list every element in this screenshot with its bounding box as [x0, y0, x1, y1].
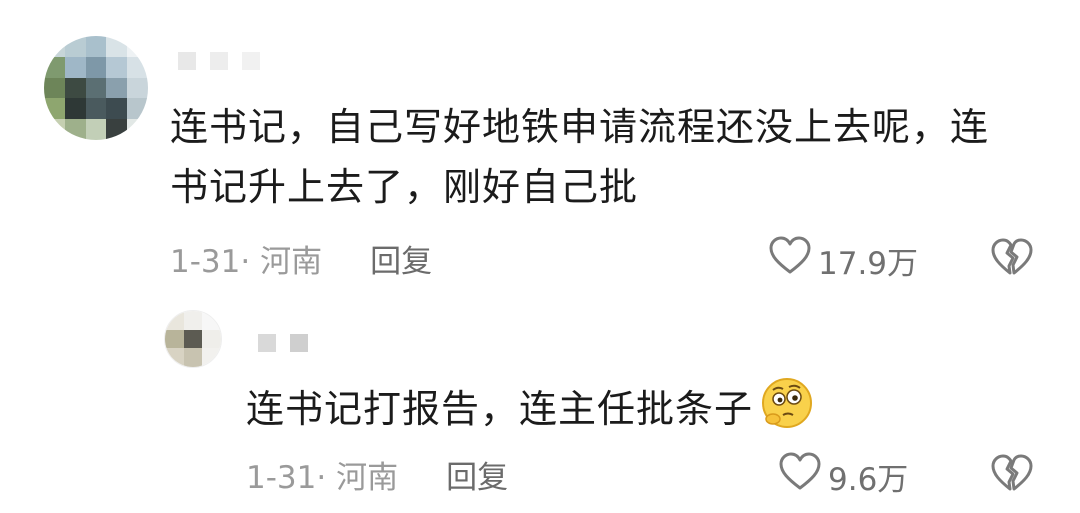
- reply-text-row: 连书记打报告，连主任批条子: [246, 375, 815, 448]
- avatar[interactable]: [44, 36, 148, 140]
- username-redacted: [178, 52, 260, 70]
- reply-text: 连书记打报告，连主任批条子: [246, 387, 754, 431]
- reply-button[interactable]: 回复: [446, 452, 508, 497]
- heart-outline-icon: [778, 452, 822, 500]
- like-count: 17.9万: [818, 245, 919, 282]
- comment-text: 连书记，自己写好地铁申请流程还没上去呢，连 书记升上去了，刚好自己批: [170, 97, 989, 217]
- reply-meta: 1-31· 河南 回复: [246, 452, 508, 497]
- reply-date-location: 1-31· 河南: [246, 460, 399, 496]
- dislike-button[interactable]: [990, 238, 1034, 282]
- thinking-face-emoji: [759, 375, 815, 448]
- reply-button[interactable]: 回复: [370, 236, 432, 281]
- dislike-button[interactable]: [990, 454, 1034, 498]
- like-button[interactable]: 17.9万: [768, 236, 918, 284]
- like-count: 9.6万: [828, 461, 909, 498]
- comment-text-line1: 连书记，自己写好地铁申请流程还没上去呢，连: [170, 105, 990, 149]
- comment-text-line2: 书记升上去了，刚好自己批: [170, 165, 639, 209]
- like-button[interactable]: 9.6万: [778, 452, 908, 500]
- broken-heart-icon: [990, 238, 1034, 282]
- broken-heart-icon: [990, 454, 1034, 498]
- comment-date-location: 1-31· 河南: [170, 244, 323, 280]
- heart-outline-icon: [768, 236, 812, 284]
- username-redacted: [258, 334, 308, 352]
- avatar[interactable]: [164, 310, 222, 368]
- comment-meta: 1-31· 河南 回复: [170, 236, 432, 281]
